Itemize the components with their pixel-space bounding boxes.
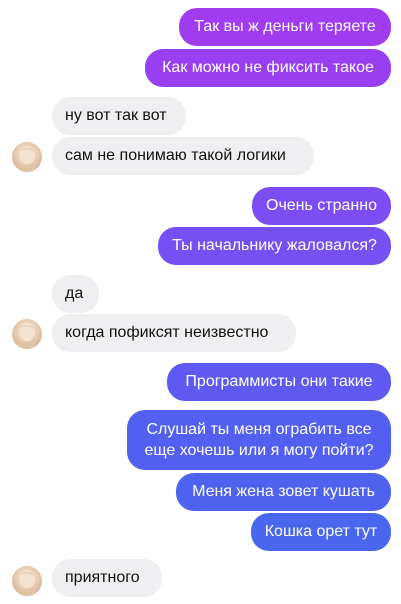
message-outgoing[interactable]: Слушай ты меня ограбить все еще хочешь и… [127, 410, 391, 470]
message-incoming[interactable]: ну вот так вот [52, 97, 186, 135]
message-outgoing[interactable]: Программисты они такие [167, 363, 391, 401]
contact-avatar[interactable] [12, 142, 42, 172]
message-text: да [65, 285, 84, 302]
message-outgoing[interactable]: Как можно не фиксить такое [145, 49, 391, 87]
avatar-photo-icon [17, 570, 37, 596]
message-text: сам не понимаю такой логики [65, 147, 286, 164]
message-text-line: еще хочешь или я могу пойти? [144, 442, 374, 459]
message-text: Как можно не фиксить такое [162, 59, 374, 76]
message-text: Кошка орет тут [264, 523, 378, 540]
contact-avatar[interactable] [12, 566, 42, 596]
message-text: Так вы ж деньги теряете [194, 18, 376, 35]
contact-avatar[interactable] [12, 319, 42, 349]
chat-thread: Так вы ж деньги теряете Как можно не фик… [0, 0, 401, 604]
message-text: приятного [65, 569, 140, 586]
message-incoming[interactable]: когда пофиксят неизвестно [52, 314, 296, 352]
message-incoming[interactable]: сам не понимаю такой логики [52, 137, 314, 175]
message-text-line: Слушай ты меня ограбить все [146, 421, 372, 438]
message-text: когда пофиксят неизвестно [65, 324, 269, 341]
message-text: Ты начальнику жаловался? [172, 237, 377, 254]
message-outgoing[interactable]: Очень странно [252, 187, 391, 225]
message-outgoing[interactable]: Меня жена зовет кушать [176, 473, 391, 511]
message-text: Меня жена зовет кушать [192, 483, 375, 500]
avatar-photo-icon [17, 323, 37, 349]
message-outgoing[interactable]: Ты начальнику жаловался? [158, 227, 391, 265]
message-outgoing[interactable]: Так вы ж деньги теряете [179, 8, 391, 46]
message-text: Очень странно [266, 197, 377, 214]
message-incoming[interactable]: да [52, 275, 99, 313]
message-outgoing[interactable]: Кошка орет тут [251, 513, 391, 551]
message-text: ну вот так вот [65, 107, 167, 124]
message-incoming[interactable]: приятного [52, 559, 162, 597]
avatar-photo-icon [17, 146, 37, 172]
message-text: Программисты они такие [185, 373, 373, 390]
